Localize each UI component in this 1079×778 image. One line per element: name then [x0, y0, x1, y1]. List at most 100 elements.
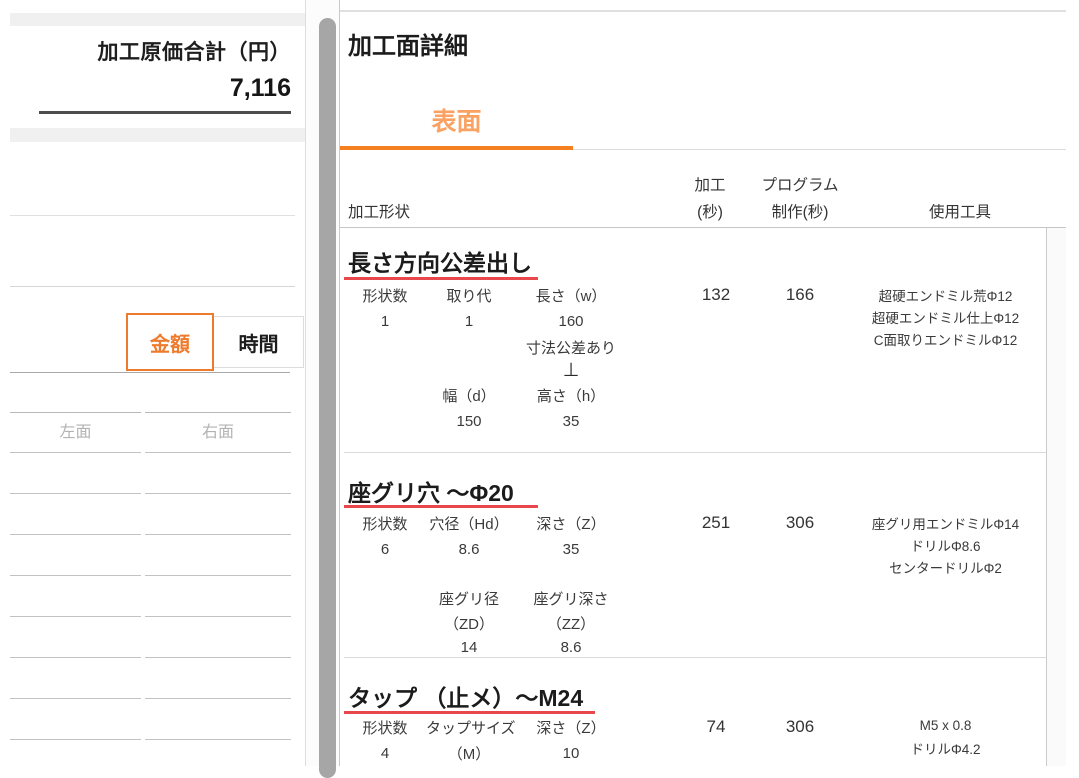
section-title-underline	[344, 277, 538, 280]
tolerance-note: 寸法公差あり	[512, 337, 630, 358]
face-empty-row	[10, 494, 291, 535]
summary-sidebar: 加工原価合計（円） 7,116 金額 時間 左面 右面	[0, 0, 306, 766]
machining-seconds-value: 132	[666, 282, 766, 308]
detail-row: ⊥	[344, 357, 630, 383]
sidebar-divider-2	[10, 286, 295, 287]
detail-value: 8.6	[512, 639, 630, 656]
face-tab-right[interactable]: 右面	[145, 412, 291, 453]
face-empty-row	[10, 535, 291, 576]
detail-row: 形状数 タップサイズ 深さ（Z）	[344, 714, 630, 740]
tool-item: M5 x 0.8	[845, 714, 1046, 738]
detail-row: 6 8.6 35	[344, 536, 630, 562]
amount-time-toggle: 金額 時間	[126, 313, 304, 371]
detail-row: 座グリ径 座グリ深さ	[344, 585, 630, 611]
tools-list: 超硬エンドミル荒Φ12 超硬エンドミル仕上Φ12 C面取りエンドミルΦ12	[845, 286, 1046, 352]
sidebar-scrollbar-thumb[interactable]	[319, 18, 336, 778]
detail-row: 形状数 取り代 長さ（w）	[344, 282, 630, 308]
face-tab-left[interactable]: 左面	[10, 412, 141, 453]
table-header-border	[340, 227, 1066, 228]
face-empty-row	[10, 699, 291, 740]
column-header-shape: 加工形状	[348, 200, 410, 222]
machining-seconds-value: 74	[666, 714, 766, 740]
face-empty-row	[10, 453, 291, 494]
detail-label: 座グリ径	[426, 588, 512, 609]
detail-label: 取り代	[426, 285, 512, 306]
detail-label: （ZZ）	[512, 613, 630, 634]
machining-seconds-value: 251	[666, 510, 766, 536]
tool-item: 座グリ用エンドミルΦ14	[845, 514, 1046, 536]
detail-label: 深さ（Z）	[512, 513, 630, 534]
detail-row: 形状数 穴径（Hd） 深さ（Z）	[344, 510, 630, 536]
active-tab-underline	[340, 146, 573, 150]
detail-value: 150	[426, 413, 512, 430]
detail-label: 長さ（w）	[512, 285, 630, 306]
tool-item: 超硬エンドミル仕上Φ12	[845, 308, 1046, 330]
detail-value: 14	[426, 639, 512, 656]
time-toggle-button[interactable]: 時間	[214, 316, 304, 368]
detail-label: 形状数	[344, 285, 426, 306]
sidebar-divider-3	[10, 372, 290, 373]
tools-list: 座グリ用エンドミルΦ14 ドリルΦ8.6 センタードリルΦ2	[845, 514, 1046, 580]
face-empty-row	[10, 576, 291, 617]
panel-top-border	[340, 10, 1066, 12]
face-empty-row	[10, 658, 291, 699]
detail-value: 160	[512, 313, 630, 330]
detail-value: 1	[344, 313, 426, 330]
face-empty-row	[10, 617, 291, 658]
column-header-machining-line1: 加工	[660, 173, 760, 195]
detail-label: 幅（d）	[426, 385, 512, 406]
tool-item: ドリルΦ4.2	[845, 738, 1046, 762]
section-title-underline	[344, 505, 538, 508]
detail-label: 座グリ深さ	[512, 588, 630, 609]
program-seconds-value: 166	[756, 282, 844, 308]
program-seconds-value: 306	[756, 714, 844, 740]
detail-label: 深さ（Z）	[512, 717, 630, 738]
column-header-program-line1: プログラム	[755, 173, 845, 195]
section-title: タップ （止メ）～M24	[348, 679, 583, 713]
detail-value: 1	[426, 313, 512, 330]
face-list: 左面 右面	[10, 412, 291, 740]
column-header-program-line2: 制作(秒)	[755, 200, 845, 222]
tool-item: C面取りエンドミルΦ12	[845, 330, 1046, 352]
amount-toggle-button[interactable]: 金額	[126, 313, 214, 371]
detail-value: 35	[512, 541, 630, 558]
tabbar-border	[573, 149, 1066, 150]
total-cost-label: 加工原価合計（円）	[39, 36, 291, 66]
detail-value: 4	[344, 745, 426, 762]
detail-label: 形状数	[344, 717, 426, 738]
sidebar-scrollbar-track[interactable]	[306, 0, 340, 766]
tab-front-face-label: 表面	[431, 102, 481, 138]
section-divider	[344, 452, 1046, 453]
detail-label: 穴径（Hd）	[426, 513, 512, 534]
perpendicularity-tolerance-icon: ⊥	[512, 359, 630, 382]
table-right-border	[1046, 228, 1047, 766]
tools-list: M5 x 0.8 ドリルΦ4.2	[845, 714, 1046, 762]
column-header-tools: 使用工具	[860, 200, 1060, 222]
detail-label: （ZD）	[426, 613, 512, 634]
total-cost-underline	[39, 111, 291, 114]
column-header-machining-line2: (秒)	[660, 200, 760, 222]
detail-row: 1 1 160	[344, 308, 630, 334]
table-scroll-gutter[interactable]	[1047, 228, 1066, 766]
detail-value: 10	[512, 745, 630, 762]
section-title: 長さ方向公差出し	[348, 244, 532, 278]
detail-label: 高さ（h）	[512, 385, 630, 406]
detail-row: （ZD） （ZZ）	[344, 610, 630, 636]
face-tabs-row: 左面 右面	[10, 412, 291, 453]
section-divider	[344, 657, 1046, 658]
sidebar-divider-1	[10, 215, 295, 216]
divider-strip-bottom	[10, 128, 305, 142]
detail-row: 150 35	[344, 408, 630, 434]
section-title: 座グリ穴 ～Φ20	[348, 474, 514, 508]
tab-front-face[interactable]: 表面	[340, 94, 573, 146]
total-cost-value: 7,116	[39, 74, 291, 103]
tool-item: 超硬エンドミル荒Φ12	[845, 286, 1046, 308]
detail-label: タップサイズ	[426, 717, 512, 738]
detail-value: 8.6	[426, 541, 512, 558]
detail-row: 4 （M） 10	[344, 740, 630, 766]
program-seconds-value: 306	[756, 510, 844, 536]
detail-row: 幅（d） 高さ（h）	[344, 382, 630, 408]
page-title: 加工面詳細	[348, 26, 468, 61]
detail-label: 形状数	[344, 513, 426, 534]
divider-strip-top	[10, 13, 305, 26]
